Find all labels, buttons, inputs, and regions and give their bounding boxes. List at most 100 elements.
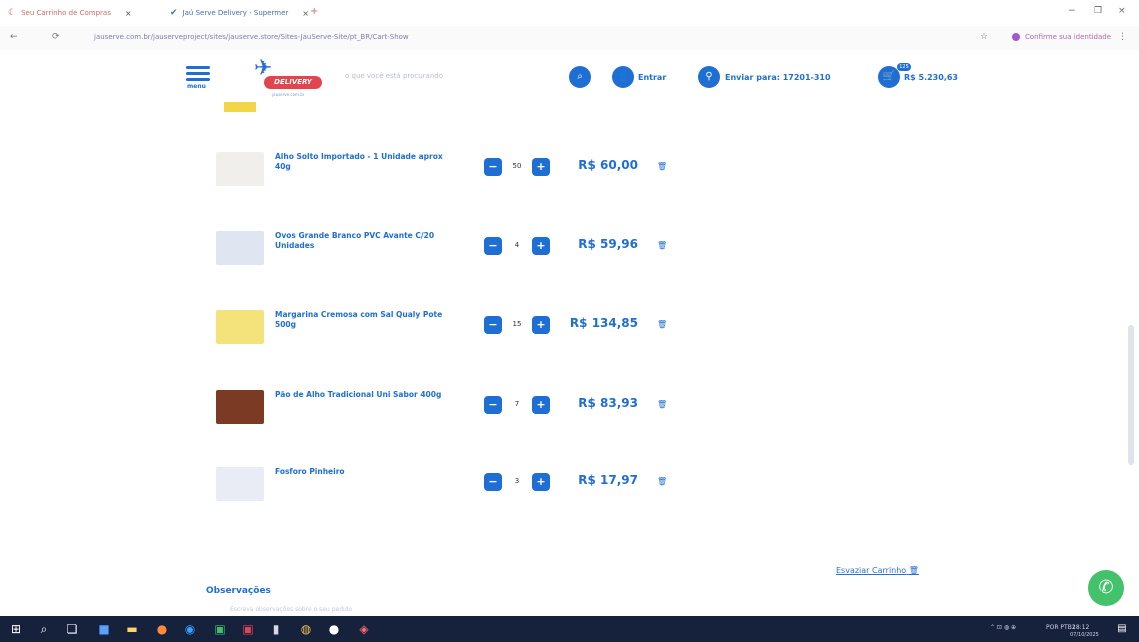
app-icon[interactable]: ◈ [356, 621, 372, 637]
cart-icon[interactable]: 🛒 [878, 66, 900, 88]
decrease-qty-button[interactable]: − [484, 473, 502, 491]
item-price: R$ 83,93 [578, 396, 638, 410]
clock-time[interactable]: 18:12 [1072, 624, 1089, 631]
excel-icon[interactable]: ▣ [212, 621, 228, 637]
product-name[interactable]: Alho Solto Importado - 1 Unidade aprox 4… [275, 152, 445, 172]
cart-count-badge: 125 [897, 63, 911, 71]
tab-close-icon[interactable]: × [302, 9, 309, 18]
notifications-icon[interactable]: ▤ [1114, 621, 1130, 637]
back-icon[interactable]: ← [10, 32, 18, 42]
login-link[interactable]: Entrar [638, 73, 666, 82]
tab-jauserve-label: Jaú Serve Delivery - Supermer [182, 9, 289, 17]
observations-input[interactable]: Escreva observações sobre o seu pedido [230, 606, 352, 613]
cart-item: Pão de Alho Tradicional Uni Sabor 400g −… [200, 390, 700, 430]
product-thumbnail[interactable] [216, 231, 264, 265]
tab-cart[interactable]: ☾ Seu Carrinho de Compras × [8, 5, 132, 21]
logo-text: DELIVERY [264, 76, 322, 89]
decrease-qty-button[interactable]: − [484, 316, 502, 334]
profile-label: Confirme sua identidade [1025, 33, 1112, 41]
product-thumbnail[interactable] [216, 310, 264, 344]
menu-label[interactable]: menu [187, 83, 206, 90]
logo-subtitle: jauserve.com.br [272, 92, 305, 97]
product-name[interactable]: Margarina Cremosa com Sal Qualy Pote 500… [275, 310, 445, 330]
profile-button[interactable]: Confirme sua identidade [1012, 33, 1111, 41]
file-explorer-icon[interactable]: ▬ [124, 621, 140, 637]
increase-qty-button[interactable]: + [532, 396, 550, 414]
product-name[interactable]: Fosforo Pinheiro [275, 467, 445, 477]
cart-item: Alho Solto Importado - 1 Unidade aprox 4… [200, 152, 700, 192]
quantity-value[interactable]: 15 [506, 320, 528, 328]
decrease-qty-button[interactable]: − [484, 237, 502, 255]
quantity-value[interactable]: 4 [506, 241, 528, 249]
increase-qty-button[interactable]: + [532, 473, 550, 491]
cart-item: Margarina Cremosa com Sal Qualy Pote 500… [200, 310, 700, 350]
product-name[interactable]: Ovos Grande Branco PVC Avante C/20 Unida… [275, 231, 445, 251]
trash-icon: 🗑 [908, 566, 919, 575]
item-price: R$ 60,00 [578, 158, 638, 172]
notes-icon[interactable]: ▮ [268, 621, 284, 637]
clear-cart-label: Esvaziar Carrinho [836, 566, 907, 575]
minimize-button[interactable]: − [1068, 6, 1076, 16]
edge-icon[interactable]: ◉ [182, 621, 198, 637]
item-price: R$ 17,97 [578, 473, 638, 487]
bookmark-star-icon[interactable]: ☆ [980, 32, 988, 42]
trash-icon[interactable]: 🗑 [657, 320, 667, 329]
item-price: R$ 59,96 [578, 237, 638, 251]
quantity-value[interactable]: 7 [506, 400, 528, 408]
cart-item: Fosforo Pinheiro − 3 + R$ 17,97 🗑 [200, 467, 700, 507]
powerpoint-icon[interactable]: ▣ [240, 621, 256, 637]
profile-icon [1012, 33, 1020, 41]
whatsapp-icon[interactable]: ✆ [1088, 570, 1124, 606]
ship-to-zip[interactable]: Enviar para: 17201-310 [725, 73, 831, 82]
new-tab-button[interactable]: + [310, 6, 318, 17]
cart-total[interactable]: R$ 5.230,63 [904, 73, 958, 82]
reload-icon[interactable]: ⟳ [52, 32, 60, 42]
product-thumbnail [224, 102, 256, 112]
tab-jauserve[interactable]: ✔ Jaú Serve Delivery - Supermer × [170, 5, 309, 21]
clock-date[interactable]: 07/10/2025 [1070, 632, 1099, 638]
product-name[interactable]: Pão de Alho Tradicional Uni Sabor 400g [275, 390, 445, 400]
user-icon[interactable]: 👤 [612, 66, 634, 88]
increase-qty-button[interactable]: + [532, 158, 550, 176]
site-header: menu ✈ DELIVERY jauserve.com.br o que vo… [0, 50, 1139, 102]
cart-item: Ovos Grande Branco PVC Avante C/20 Unida… [200, 231, 700, 271]
site-logo[interactable]: ✈ DELIVERY jauserve.com.br [250, 56, 326, 100]
hamburger-menu-icon[interactable] [186, 66, 210, 84]
tab-cart-label: Seu Carrinho de Compras [21, 9, 111, 17]
browser-icon[interactable]: ● [326, 621, 342, 637]
increase-qty-button[interactable]: + [532, 237, 550, 255]
decrease-qty-button[interactable]: − [484, 158, 502, 176]
trash-icon[interactable]: 🗑 [657, 241, 667, 250]
firefox-icon[interactable]: ● [154, 621, 170, 637]
trash-icon[interactable]: 🗑 [657, 477, 667, 486]
system-tray-icons[interactable]: ⌃ ⊡ ◍ ⊕ [990, 624, 1016, 631]
search-icon[interactable]: ⌕ [36, 621, 52, 637]
product-thumbnail[interactable] [216, 467, 264, 501]
quantity-value[interactable]: 3 [506, 477, 528, 485]
search-input[interactable]: o que você está procurando [345, 72, 443, 80]
increase-qty-button[interactable]: + [532, 316, 550, 334]
item-price: R$ 134,85 [569, 316, 638, 330]
task-view-icon[interactable]: ❏ [64, 621, 80, 637]
location-pin-icon[interactable]: ⚲ [698, 66, 720, 88]
tab-close-icon[interactable]: × [125, 9, 132, 18]
clear-cart-link[interactable]: Esvaziar Carrinho 🗑 [836, 566, 919, 575]
observations-title: Observações [206, 586, 271, 596]
maximize-button[interactable]: ❐ [1094, 6, 1102, 16]
trash-icon[interactable]: 🗑 [657, 162, 667, 171]
quantity-value[interactable]: 50 [506, 162, 528, 170]
page-scrollbar[interactable] [1128, 325, 1134, 465]
decrease-qty-button[interactable]: − [484, 396, 502, 414]
bird-icon: ✔ [170, 8, 178, 18]
windows-start-icon[interactable]: ⊞ [8, 621, 24, 637]
chrome-icon[interactable]: ◍ [298, 621, 314, 637]
product-thumbnail[interactable] [216, 152, 264, 186]
product-thumbnail[interactable] [216, 390, 264, 424]
trash-icon[interactable]: 🗑 [657, 400, 667, 409]
browser-tabbar: ☾ Seu Carrinho de Compras × ✔ Jaú Serve … [0, 0, 1139, 26]
outlook-icon[interactable]: ■ [96, 621, 112, 637]
browser-menu-icon[interactable]: ⋮ [1118, 32, 1127, 42]
search-icon[interactable]: ⌕ [569, 66, 591, 88]
url-field[interactable]: jauserve.com.br/jauserveproject/sites/ja… [94, 33, 409, 41]
close-window-button[interactable]: × [1118, 6, 1126, 16]
